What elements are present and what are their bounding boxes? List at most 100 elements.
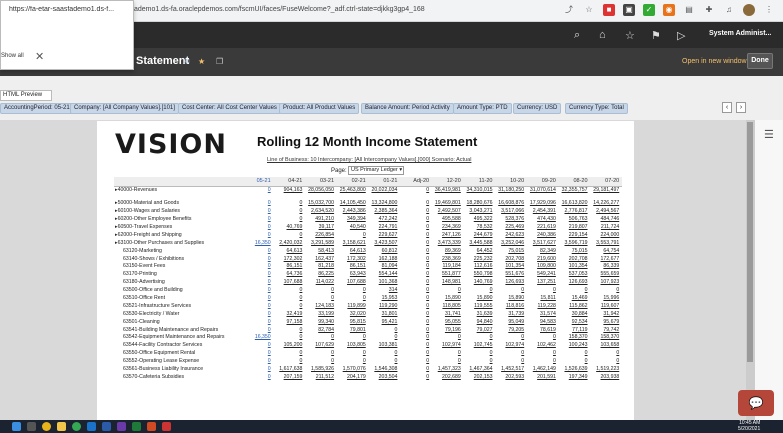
value-cell[interactable]: 32,419 xyxy=(274,310,306,318)
value-cell[interactable]: 0 xyxy=(242,231,274,239)
value-cell[interactable]: 211,512 xyxy=(305,373,337,381)
open-in-new-window-link[interactable]: Open in new window xyxy=(682,58,747,65)
value-cell[interactable]: 2,420,032 xyxy=(274,239,306,247)
windows-start-icon[interactable] xyxy=(12,422,21,431)
value-cell[interactable]: 79,027 xyxy=(464,326,496,334)
value-cell[interactable]: 0 xyxy=(432,334,464,342)
value-cell[interactable]: 0 xyxy=(496,358,528,366)
value-cell[interactable]: 551,877 xyxy=(432,271,464,279)
value-cell[interactable]: 31,801 xyxy=(369,310,401,318)
value-cell[interactable]: 92,534 xyxy=(559,318,591,326)
document-icon[interactable]: ☰ xyxy=(764,128,774,141)
value-cell[interactable]: 102,974 xyxy=(496,342,528,350)
row-label[interactable]: ▸62000-Freight and Shipping xyxy=(114,231,242,239)
value-cell[interactable]: 94,583 xyxy=(527,318,559,326)
value-cell[interactable]: 3,473,339 xyxy=(432,239,464,247)
value-cell[interactable]: 29,181,497 xyxy=(591,186,623,194)
value-cell[interactable]: 219,600 xyxy=(527,255,559,263)
value-cell[interactable]: 0 xyxy=(400,231,432,239)
value-cell[interactable]: 207,159 xyxy=(274,373,306,381)
value-cell[interactable]: 0 xyxy=(400,255,432,263)
value-cell[interactable]: 0 xyxy=(527,350,559,358)
value-cell[interactable]: 1,452,517 xyxy=(496,366,528,374)
value-cell[interactable]: 550,798 xyxy=(464,271,496,279)
value-cell[interactable]: 0 xyxy=(400,247,432,255)
value-cell[interactable]: 15,890 xyxy=(496,295,528,303)
scrollbar-thumb[interactable] xyxy=(747,122,753,362)
app-icon[interactable] xyxy=(117,422,126,431)
value-cell[interactable]: 64,613 xyxy=(337,247,369,255)
value-cell[interactable]: 0 xyxy=(369,358,401,366)
value-cell[interactable]: 0 xyxy=(369,326,401,334)
value-cell[interactable]: 197,349 xyxy=(559,373,591,381)
value-cell[interactable]: 202,708 xyxy=(559,255,591,263)
value-cell[interactable]: 31,070,614 xyxy=(527,186,559,194)
value-cell[interactable]: 0 xyxy=(242,358,274,366)
value-cell[interactable]: 0 xyxy=(400,263,432,271)
value-cell[interactable]: 1,519,223 xyxy=(591,366,623,374)
value-cell[interactable]: 158,370 xyxy=(559,334,591,342)
prompt-chip-balance-amount[interactable]: Balance Amount: Period Activity xyxy=(361,103,454,114)
value-cell[interactable]: 0 xyxy=(337,350,369,358)
value-cell[interactable]: 0 xyxy=(527,358,559,366)
home-icon[interactable]: ⌂ xyxy=(599,29,606,41)
value-cell[interactable]: 15,890 xyxy=(464,295,496,303)
value-cell[interactable]: 202,708 xyxy=(496,255,528,263)
value-cell[interactable]: 0 xyxy=(559,350,591,358)
value-cell[interactable]: 0 xyxy=(274,287,306,295)
value-cell[interactable]: 0 xyxy=(337,358,369,366)
value-cell[interactable]: 58,413 xyxy=(305,247,337,255)
favorites-star-icon[interactable]: ☆ xyxy=(625,29,635,42)
extension-icon[interactable]: ▤ xyxy=(683,4,695,16)
value-cell[interactable]: 221,619 xyxy=(527,224,559,232)
value-cell[interactable]: 89,369 xyxy=(432,247,464,255)
value-cell[interactable]: 112,616 xyxy=(464,263,496,271)
word-icon[interactable] xyxy=(102,422,111,431)
search-icon[interactable]: ⌕ xyxy=(574,29,580,42)
value-cell[interactable]: 32,355,757 xyxy=(559,186,591,194)
value-cell[interactable]: 31,574 xyxy=(527,310,559,318)
value-cell[interactable]: 17,929,096 xyxy=(527,200,559,208)
value-cell[interactable]: 77,119 xyxy=(559,326,591,334)
value-cell[interactable]: 225,469 xyxy=(496,224,528,232)
value-cell[interactable]: 0 xyxy=(242,302,274,310)
value-cell[interactable]: 224,000 xyxy=(591,231,623,239)
prompt-chip-accounting-period[interactable]: AccountingPeriod: 05-21 xyxy=(0,103,74,114)
next-page-button[interactable]: › xyxy=(736,102,746,113)
value-cell[interactable]: 495,322 xyxy=(464,216,496,224)
media-icon[interactable]: ♫ xyxy=(723,4,735,16)
value-cell[interactable]: 100,243 xyxy=(559,342,591,350)
value-cell[interactable]: 13,324,800 xyxy=(369,200,401,208)
avatar[interactable] xyxy=(743,4,755,16)
prompt-chip-cost-center[interactable]: Cost Center: All Cost Center Values xyxy=(178,103,281,114)
value-cell[interactable]: 1,617,638 xyxy=(274,366,306,374)
value-cell[interactable]: 0 xyxy=(400,287,432,295)
value-cell[interactable]: 2,443,386 xyxy=(337,208,369,216)
value-cell[interactable]: 3,423,507 xyxy=(369,239,401,247)
envelope-icon[interactable]: ✉ xyxy=(183,57,190,66)
value-cell[interactable]: 79,742 xyxy=(591,326,623,334)
value-cell[interactable]: 1,467,364 xyxy=(464,366,496,374)
value-cell[interactable]: 103,805 xyxy=(337,342,369,350)
value-cell[interactable]: 102,745 xyxy=(464,342,496,350)
value-cell[interactable]: 204,179 xyxy=(337,373,369,381)
value-cell[interactable]: 0 xyxy=(305,358,337,366)
value-cell[interactable]: 36,419,981 xyxy=(432,186,464,194)
value-cell[interactable]: 31,942 xyxy=(591,310,623,318)
value-cell[interactable]: 64,754 xyxy=(591,247,623,255)
value-cell[interactable]: 19,469,801 xyxy=(432,200,464,208)
value-cell[interactable]: 2,776,817 xyxy=(559,208,591,216)
value-cell[interactable]: 0 xyxy=(274,200,306,208)
value-cell[interactable]: 15,811 xyxy=(527,295,559,303)
value-cell[interactable]: 201,591 xyxy=(527,373,559,381)
value-cell[interactable]: 0 xyxy=(242,366,274,374)
row-label[interactable]: ▸60200-Other Employee Benefits xyxy=(114,216,242,224)
value-cell[interactable]: 0 xyxy=(432,350,464,358)
value-cell[interactable]: 107,923 xyxy=(591,279,623,287)
row-label[interactable]: ▸60100-Wages and Salaries xyxy=(114,208,242,216)
value-cell[interactable]: 95,815 xyxy=(337,318,369,326)
value-cell[interactable]: 105,200 xyxy=(274,342,306,350)
value-cell[interactable]: 0 xyxy=(591,350,623,358)
value-cell[interactable]: 0 xyxy=(337,231,369,239)
show-all-link[interactable]: Show all xyxy=(1,53,24,59)
